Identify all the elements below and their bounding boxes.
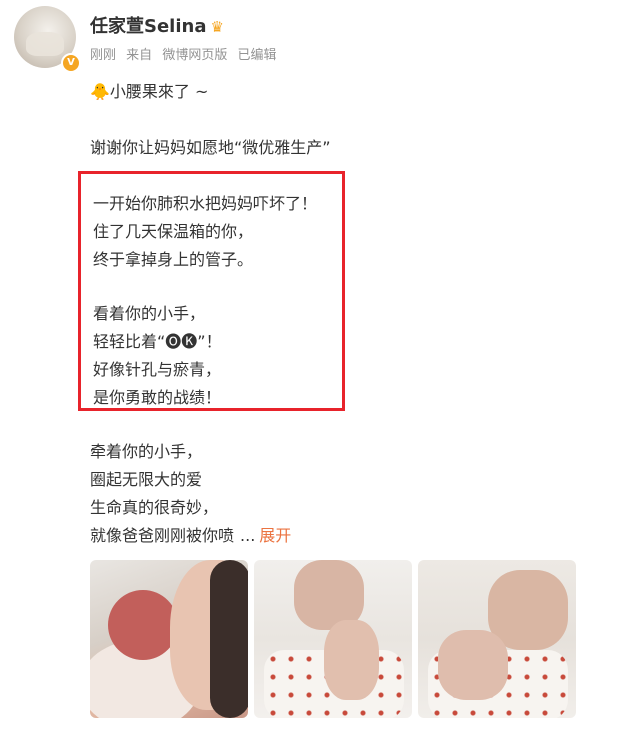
after-line-4-text: 就像爸爸刚刚被你喷 bbox=[90, 526, 235, 545]
user-name-text[interactable]: 任家萱Selina bbox=[90, 16, 206, 37]
photo-2[interactable] bbox=[254, 560, 412, 718]
photo-1[interactable] bbox=[90, 560, 248, 718]
post-line-2: 谢谢你让妈妈如愿地“微优雅生产” bbox=[90, 134, 331, 158]
photo-3-baby-hand bbox=[438, 630, 508, 700]
highlight-line-5: 轻轻比着“🅞🅚”！ bbox=[93, 332, 222, 351]
photo-1-hair bbox=[210, 560, 248, 718]
post-line-1: 🐥小腰果來了 ~ bbox=[90, 78, 208, 102]
highlight-line-4: 看着你的小手， bbox=[93, 304, 206, 323]
highlight-line-1: 一开始你肺积水把妈妈吓坏了！ bbox=[93, 194, 318, 213]
after-line-4: 就像爸爸刚刚被你喷... 展开 bbox=[90, 522, 291, 546]
ellipsis: ... bbox=[240, 526, 256, 545]
photo-2-baby-hand bbox=[324, 620, 379, 700]
crown-icon: ♛ bbox=[210, 18, 224, 36]
highlight-line-7: 是你勇敢的战绩！ bbox=[93, 388, 222, 407]
highlight-line-6: 好像针孔与瘀青， bbox=[93, 360, 222, 379]
post-source-label: 来自 bbox=[126, 48, 153, 63]
post-line-1-text: 🐥小腰果來了 ~ bbox=[90, 82, 209, 101]
photo-1-baby bbox=[108, 590, 178, 660]
post-source[interactable]: 微博网页版 bbox=[162, 48, 227, 63]
after-line-3: 生命真的很奇妙， bbox=[90, 498, 219, 517]
post-line-2-text: 谢谢你让妈妈如愿地“微优雅生产” bbox=[90, 138, 331, 157]
expand-link[interactable]: 展开 bbox=[259, 526, 291, 545]
user-name[interactable]: 任家萱Selina ♛ bbox=[90, 12, 224, 38]
post-time: 刚刚 bbox=[90, 48, 117, 63]
after-line-2: 圈起无限大的爱 bbox=[90, 470, 203, 489]
after-line-1: 牵着你的小手， bbox=[90, 442, 203, 461]
photo-3[interactable] bbox=[418, 560, 576, 718]
post-meta: 刚刚 来自 微博网页版 已编辑 bbox=[90, 44, 282, 63]
highlight-line-3: 终于拿掉身上的管子。 bbox=[93, 250, 254, 269]
verified-badge-icon: V bbox=[61, 53, 81, 73]
highlight-box: 一开始你肺积水把妈妈吓坏了！ 住了几天保温箱的你， 终于拿掉身上的管子。 看着你… bbox=[78, 171, 345, 411]
highlight-line-2: 住了几天保温箱的你， bbox=[93, 222, 254, 241]
edited-label: 已编辑 bbox=[237, 48, 277, 63]
